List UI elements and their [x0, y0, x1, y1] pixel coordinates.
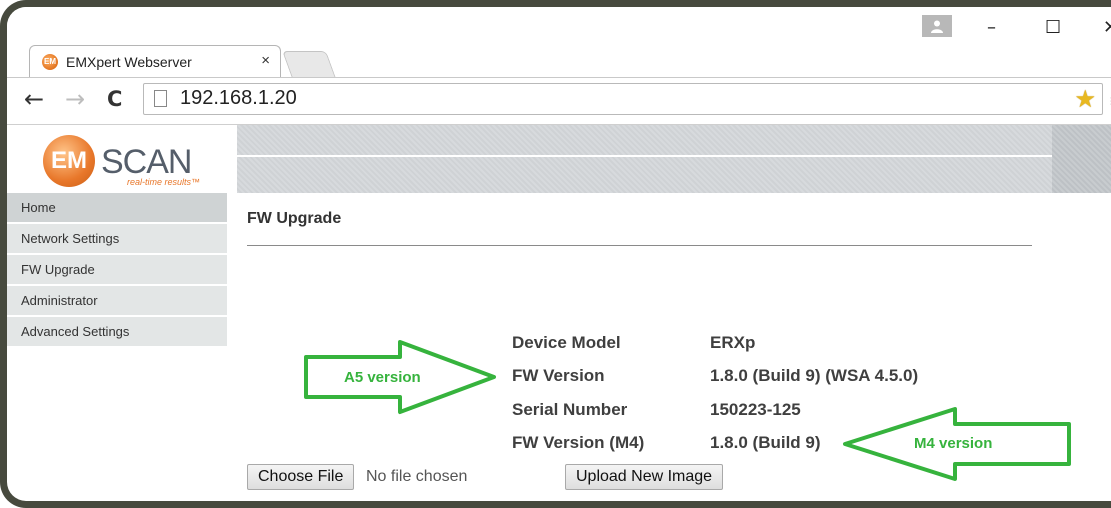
title-divider: [247, 245, 1032, 246]
sidebar-item-network-settings[interactable]: Network Settings: [7, 224, 227, 255]
page-title: FW Upgrade: [247, 210, 342, 227]
user-avatar-icon[interactable]: [922, 15, 952, 37]
emscan-favicon-icon: EM: [42, 54, 58, 70]
sidebar-item-home[interactable]: Home: [7, 193, 227, 224]
header-banner: [237, 125, 1052, 193]
serial-number-label: Serial Number: [512, 400, 628, 419]
close-window-button[interactable]: ✕: [1103, 19, 1111, 37]
device-model-value: ERXp: [710, 333, 756, 352]
maximize-button[interactable]: ☐: [1045, 19, 1061, 37]
device-model-label: Device Model: [512, 333, 621, 352]
logo-emblem: EM: [43, 135, 95, 187]
serial-number-value: 150223-125: [710, 400, 801, 419]
choose-file-button[interactable]: Choose File: [247, 464, 355, 490]
a5-callout-label: A5 version: [344, 369, 421, 386]
m4-callout-label: M4 version: [914, 435, 993, 452]
new-tab-button[interactable]: [282, 51, 336, 78]
back-icon[interactable]: ←: [24, 86, 44, 112]
file-chosen-status: No file chosen: [366, 468, 468, 485]
url-text[interactable]: 192.168.1.20: [180, 87, 297, 110]
fw-version-value: 1.8.0 (Build 9) (WSA 4.5.0): [710, 366, 919, 385]
emscan-logo: EM SCAN real-time results™: [7, 125, 237, 193]
header-banner-end: [1052, 125, 1111, 193]
forward-icon[interactable]: →: [65, 86, 85, 112]
upload-new-image-button[interactable]: Upload New Image: [565, 464, 724, 490]
tab-title: EMXpert Webserver: [66, 54, 192, 70]
fw-version-m4-value: 1.8.0 (Build 9): [710, 433, 821, 452]
sidebar-item-fw-upgrade[interactable]: FW Upgrade: [7, 255, 227, 286]
fw-version-label: FW Version: [512, 366, 605, 385]
browser-toolbar: ← → C 192.168.1.20 ★: [7, 77, 1111, 125]
page-icon: [154, 90, 167, 107]
minimize-button[interactable]: –: [987, 19, 996, 37]
sidebar-item-administrator[interactable]: Administrator: [7, 286, 227, 317]
sidebar-item-advanced-settings[interactable]: Advanced Settings: [7, 317, 227, 348]
tab-close-icon[interactable]: ×: [261, 52, 270, 69]
bookmark-star-icon[interactable]: ★: [1074, 85, 1096, 114]
logo-tagline: real-time results™: [127, 177, 201, 187]
browser-titlebar: – ☐ ✕ EM EMXpert Webserver ×: [7, 7, 1111, 79]
screenshot-frame: – ☐ ✕ EM EMXpert Webserver × ← → C 192.1…: [0, 0, 1111, 508]
browser-tab[interactable]: EM EMXpert Webserver ×: [29, 45, 281, 77]
sidebar-nav: Home Network Settings FW Upgrade Adminis…: [7, 193, 227, 348]
fw-version-m4-label: FW Version (M4): [512, 433, 645, 452]
address-bar[interactable]: 192.168.1.20 ★: [143, 83, 1103, 115]
reload-icon[interactable]: C: [107, 86, 122, 112]
